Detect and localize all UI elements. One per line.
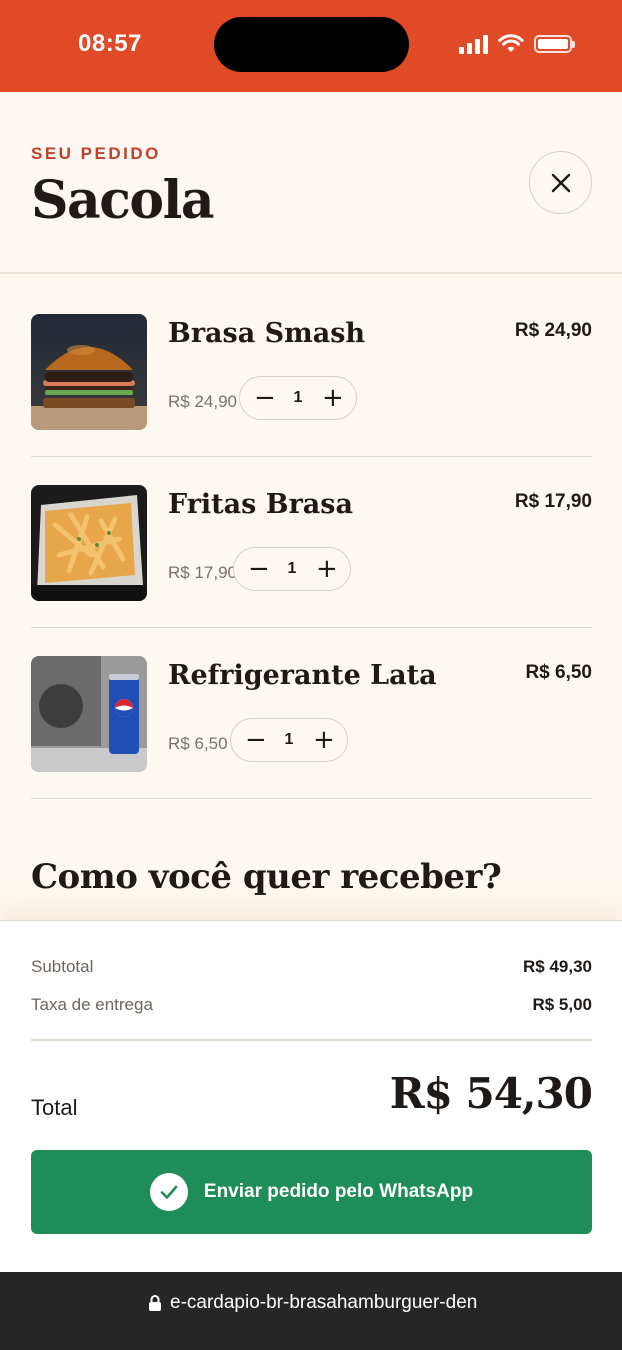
item-total: R$ 6,50 [525,662,592,683]
dynamic-island [214,17,409,72]
summary-divider [31,1039,592,1041]
subtotal-row: Subtotal R$ 49,30 [31,957,592,977]
quantity-stepper: − 1 + [239,376,357,420]
url-display[interactable]: e-cardapio-br-brasahamburguer-den [148,1292,484,1314]
burger-photo [31,314,147,430]
status-bar: 08:57 [0,0,622,92]
delivery-fee-value: R$ 5,00 [532,995,592,1014]
delivery-fee-label: Taxa de entrega [31,995,153,1014]
decrease-button[interactable]: − [254,385,276,411]
quantity-value: 1 [287,560,297,577]
item-unit-price: R$ 24,90 [168,392,237,411]
quantity-value: 1 [284,731,294,748]
increase-button[interactable]: + [322,385,344,411]
decrease-button[interactable]: − [245,727,267,753]
cart-item: Brasa Smash R$ 24,90 R$ 24,90 − 1 + [31,286,592,457]
status-icons [459,34,575,54]
subtotal-value: R$ 49,30 [523,957,592,976]
signal-icon [459,34,488,54]
browser-url-bar[interactable]: e-cardapio-br-brasahamburguer-den [0,1272,622,1350]
status-time: 08:57 [78,30,142,57]
bag-header: SEU PEDIDO Sacola [0,92,622,274]
fries-photo [31,485,147,601]
wifi-icon [498,34,524,52]
check-circle-icon [149,1173,188,1211]
item-name: Fritas Brasa [168,489,353,520]
item-name: Refrigerante Lata [168,660,437,691]
send-whatsapp-button[interactable]: Enviar pedido pelo WhatsApp [31,1150,592,1234]
total-value: R$ 54,30 [389,1069,593,1118]
lock-icon [149,1294,161,1311]
increase-button[interactable]: + [316,556,338,582]
cart-item: Refrigerante Lata R$ 6,50 R$ 6,50 − 1 + [31,628,592,799]
delivery-heading: Como você quer receber? [31,857,502,897]
eyebrow-label: SEU PEDIDO [31,144,161,163]
item-total: R$ 17,90 [514,491,592,512]
send-whatsapp-label: Enviar pedido pelo WhatsApp [203,1181,474,1202]
battery-icon [534,35,575,53]
order-summary: Subtotal R$ 49,30 Taxa de entrega R$ 5,0… [0,920,622,1272]
delivery-fee-row: Taxa de entrega R$ 5,00 [31,995,592,1015]
subtotal-label: Subtotal [31,957,94,976]
page-title: Sacola [31,170,215,231]
item-name: Brasa Smash [168,318,366,349]
total-label: Total [31,1095,78,1120]
close-icon [551,173,570,192]
cart-item: Fritas Brasa R$ 17,90 R$ 17,90 − 1 + [31,457,592,628]
soda-can-photo [31,656,147,772]
item-unit-price: R$ 17,90 [168,563,237,582]
quantity-value: 1 [293,389,303,406]
url-text: e-cardapio-br-brasahamburguer-den [170,1292,478,1313]
item-total: R$ 24,90 [514,320,592,341]
quantity-stepper: − 1 + [230,718,348,762]
decrease-button[interactable]: − [248,556,270,582]
increase-button[interactable]: + [313,727,335,753]
quantity-stepper: − 1 + [233,547,351,591]
close-button[interactable] [529,151,592,214]
item-unit-price: R$ 6,50 [168,734,228,753]
